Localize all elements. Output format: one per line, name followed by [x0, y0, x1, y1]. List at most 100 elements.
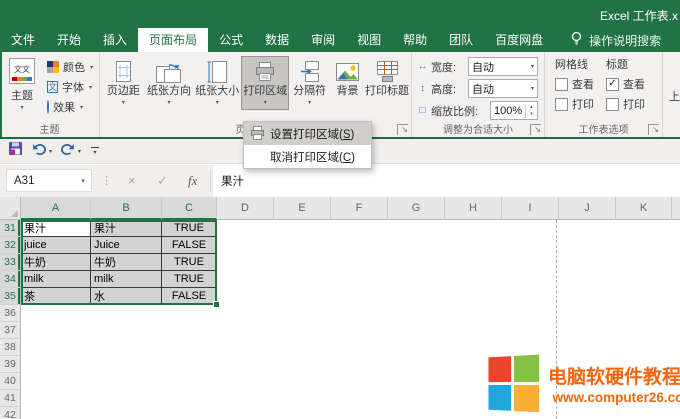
tab-视图[interactable]: 视图	[346, 28, 392, 52]
cell-A38[interactable]	[21, 339, 91, 356]
cell-G39[interactable]	[388, 356, 445, 373]
cell-A41[interactable]	[21, 390, 91, 407]
cell-A35[interactable]: 茶	[21, 288, 91, 305]
row-header-34[interactable]: 34	[0, 271, 21, 288]
cell-D31[interactable]	[217, 220, 274, 237]
cell-A36[interactable]	[21, 305, 91, 322]
tab-百度网盘[interactable]: 百度网盘	[484, 28, 554, 52]
cell-E40[interactable]	[274, 373, 331, 390]
name-box[interactable]: A31 ▾	[6, 169, 92, 192]
tab-审阅[interactable]: 审阅	[300, 28, 346, 52]
themes-item-颜色[interactable]: 颜色▾	[47, 57, 93, 77]
cell-G37[interactable]	[388, 322, 445, 339]
column-header-J[interactable]: J	[559, 197, 616, 220]
cell-F40[interactable]	[331, 373, 388, 390]
cell-H37[interactable]	[445, 322, 502, 339]
cell-E31[interactable]	[274, 220, 331, 237]
tab-公式[interactable]: 公式	[208, 28, 254, 52]
cell-F31[interactable]	[331, 220, 388, 237]
row-header-41[interactable]: 41	[0, 390, 21, 407]
column-header-F[interactable]: F	[331, 197, 388, 220]
cell-I37[interactable]	[502, 322, 559, 339]
cell-J38[interactable]	[559, 339, 616, 356]
cell-C36[interactable]	[162, 305, 217, 322]
row-header-35[interactable]: 35	[0, 288, 21, 305]
cell-I35[interactable]	[502, 288, 559, 305]
checked-checkbox-icon[interactable]	[606, 78, 619, 91]
tab-开始[interactable]: 开始	[46, 28, 92, 52]
scale-spinner[interactable]: 100%▴▾	[490, 101, 538, 120]
cell-B32[interactable]: Juice	[91, 237, 162, 254]
cell-F32[interactable]	[331, 237, 388, 254]
cell-K33[interactable]	[616, 254, 672, 271]
checkbox-row-网格线-打印[interactable]: 打印	[555, 94, 594, 114]
redo-button[interactable]: ▾	[58, 141, 83, 161]
cell-I32[interactable]	[502, 237, 559, 254]
cell-D37[interactable]	[217, 322, 274, 339]
tab-插入[interactable]: 插入	[92, 28, 138, 52]
confirm-entry-button[interactable]: ✓	[157, 173, 168, 189]
cell-E32[interactable]	[274, 237, 331, 254]
cell-C32[interactable]: FALSE	[162, 237, 217, 254]
cell-C38[interactable]	[162, 339, 217, 356]
cell-D41[interactable]	[217, 390, 274, 407]
row-header-32[interactable]: 32	[0, 237, 21, 254]
cell-C34[interactable]: TRUE	[162, 271, 217, 288]
cell-J34[interactable]	[559, 271, 616, 288]
cell-H36[interactable]	[445, 305, 502, 322]
unchecked-checkbox-icon[interactable]	[606, 98, 619, 111]
cell-F35[interactable]	[331, 288, 388, 305]
row-header-40[interactable]: 40	[0, 373, 21, 390]
cell-E39[interactable]	[274, 356, 331, 373]
cell-I34[interactable]	[502, 271, 559, 288]
cell-G32[interactable]	[388, 237, 445, 254]
unchecked-checkbox-icon[interactable]	[555, 78, 568, 91]
cell-H38[interactable]	[445, 339, 502, 356]
cell-E42[interactable]	[274, 407, 331, 419]
cell-H32[interactable]	[445, 237, 502, 254]
select-all-corner[interactable]	[0, 197, 21, 220]
cell-G41[interactable]	[388, 390, 445, 407]
scale-dialog-launcher-icon[interactable]	[530, 124, 541, 135]
cell-D40[interactable]	[217, 373, 274, 390]
cell-F39[interactable]	[331, 356, 388, 373]
cell-K31[interactable]	[616, 220, 672, 237]
cell-H35[interactable]	[445, 288, 502, 305]
row-header-31[interactable]: 31	[0, 220, 21, 237]
cell-I36[interactable]	[502, 305, 559, 322]
checkbox-row-标题-查看[interactable]: 查看	[606, 74, 645, 94]
unchecked-checkbox-icon[interactable]	[555, 98, 568, 111]
cell-B37[interactable]	[91, 322, 162, 339]
column-header-G[interactable]: G	[388, 197, 445, 220]
row-header-37[interactable]: 37	[0, 322, 21, 339]
cell-E41[interactable]	[274, 390, 331, 407]
cell-K36[interactable]	[616, 305, 672, 322]
tab-团队[interactable]: 团队	[438, 28, 484, 52]
cell-D42[interactable]	[217, 407, 274, 419]
cell-G40[interactable]	[388, 373, 445, 390]
cell-E36[interactable]	[274, 305, 331, 322]
scale-select[interactable]: 自动▾	[468, 79, 538, 98]
tab-帮助[interactable]: 帮助	[392, 28, 438, 52]
cell-B33[interactable]: 牛奶	[91, 254, 162, 271]
cell-E33[interactable]	[274, 254, 331, 271]
row-header-42[interactable]: 42	[0, 407, 21, 419]
ribbon-button-打印标题[interactable]: 打印标题	[365, 56, 409, 101]
cell-D38[interactable]	[217, 339, 274, 356]
themes-item-效果[interactable]: 效果▾	[47, 97, 93, 117]
cell-F34[interactable]	[331, 271, 388, 288]
themes-button[interactable]: 文文 主题 ▾	[2, 55, 42, 123]
cell-G31[interactable]	[388, 220, 445, 237]
cell-J37[interactable]	[559, 322, 616, 339]
column-header-K[interactable]: K	[616, 197, 672, 220]
cell-J32[interactable]	[559, 237, 616, 254]
cell-A32[interactable]: juice	[21, 237, 91, 254]
cell-F41[interactable]	[331, 390, 388, 407]
ribbon-button-页边距[interactable]: 页边距▾	[102, 56, 145, 110]
column-header-E[interactable]: E	[274, 197, 331, 220]
menu-item-取消打印区域[interactable]: 取消打印区域(C)	[244, 145, 371, 168]
cell-G33[interactable]	[388, 254, 445, 271]
undo-button[interactable]: ▾	[29, 141, 54, 161]
cell-A39[interactable]	[21, 356, 91, 373]
cell-C37[interactable]	[162, 322, 217, 339]
